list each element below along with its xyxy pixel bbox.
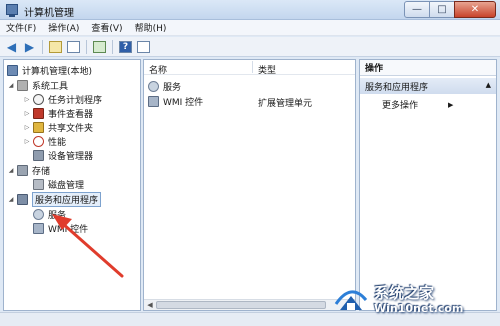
list-item-name: WMI 控件 bbox=[163, 97, 204, 108]
list-item-name: 服务 bbox=[163, 82, 182, 93]
expand-arrow-icon[interactable]: ▷ bbox=[23, 110, 31, 117]
toolbar-separator bbox=[86, 39, 87, 54]
watermark-url: Win10net.com bbox=[374, 302, 464, 315]
expand-arrow-icon[interactable]: ▷ bbox=[23, 138, 31, 145]
title-bar: 计算机管理 — □ ✕ bbox=[0, 0, 500, 20]
tree-item-wmi[interactable]: WMI 控件 bbox=[33, 221, 88, 235]
toolbar-separator bbox=[42, 39, 43, 54]
gear-icon bbox=[33, 208, 44, 220]
menu-view[interactable]: 查看(V) bbox=[91, 21, 122, 34]
toolbar: ◀ ▶ ? bbox=[0, 37, 500, 57]
more-actions-label: 更多操作 bbox=[382, 101, 419, 111]
window-title: 计算机管理 bbox=[24, 8, 74, 19]
show-tree-icon[interactable] bbox=[66, 39, 81, 54]
services-apps-icon bbox=[17, 193, 28, 205]
up-folder-icon[interactable] bbox=[48, 39, 63, 54]
scroll-thumb[interactable] bbox=[156, 301, 326, 309]
clock-icon bbox=[33, 93, 44, 105]
list-header: 名称 类型 bbox=[144, 60, 355, 76]
performance-icon bbox=[33, 135, 44, 147]
tools-icon bbox=[17, 79, 28, 91]
menu-bar: 文件(F) 操作(A) 查看(V) 帮助(H) bbox=[0, 20, 500, 36]
actions-pane: 操作 服务和应用程序 ▲ 更多操作 ▶ bbox=[359, 59, 497, 311]
shared-folder-icon bbox=[33, 121, 44, 133]
list-item[interactable]: 服务 bbox=[148, 79, 353, 93]
minimize-button[interactable]: — bbox=[404, 1, 430, 18]
watermark-title: 系统之家 bbox=[374, 284, 435, 302]
watermark: 系统之家 Win10net.com bbox=[334, 280, 494, 320]
house-logo-icon bbox=[334, 290, 368, 310]
collapse-arrow-icon[interactable]: ◢ bbox=[7, 196, 15, 203]
forward-arrow-icon[interactable]: ▶ bbox=[22, 39, 37, 54]
scroll-left-icon[interactable]: ◀ bbox=[145, 301, 155, 309]
list-item-type: 扩展管理单元 bbox=[258, 99, 313, 109]
properties-icon[interactable] bbox=[136, 39, 151, 54]
menu-action[interactable]: 操作(A) bbox=[48, 21, 79, 34]
more-actions-item[interactable]: 更多操作 ▶ bbox=[382, 98, 454, 112]
maximize-button[interactable]: □ bbox=[430, 1, 454, 18]
column-divider[interactable] bbox=[252, 61, 253, 73]
column-header-name[interactable]: 名称 bbox=[149, 63, 167, 76]
tree-item-performance[interactable]: ▷ 性能 bbox=[23, 134, 66, 148]
actions-section-label: 服务和应用程序 bbox=[365, 82, 429, 93]
toolbar-separator bbox=[112, 39, 113, 54]
window-controls: — □ ✕ bbox=[404, 1, 496, 18]
computer-icon bbox=[7, 64, 18, 76]
collapse-arrow-icon[interactable]: ◢ bbox=[7, 167, 15, 174]
expand-arrow-icon[interactable]: ▷ bbox=[23, 96, 31, 103]
tree-item-task-scheduler[interactable]: ▷ 任务计划程序 bbox=[23, 92, 102, 106]
device-manager-icon bbox=[33, 149, 44, 161]
tree-item-services-apps[interactable]: ◢ 服务和应用程序 bbox=[7, 191, 102, 207]
list-item[interactable]: WMI 控件 扩展管理单元 bbox=[148, 94, 353, 109]
tree-item-device-manager[interactable]: 设备管理器 bbox=[33, 148, 93, 162]
tree-item-root[interactable]: 计算机管理(本地) bbox=[7, 63, 92, 77]
collapse-arrow-icon[interactable]: ◢ bbox=[7, 82, 15, 89]
horizontal-scrollbar[interactable]: ◀ ▶ bbox=[144, 299, 355, 310]
back-arrow-icon[interactable]: ◀ bbox=[4, 39, 19, 54]
collapse-triangle-icon[interactable]: ▲ bbox=[486, 81, 491, 89]
wmi-icon bbox=[33, 222, 44, 234]
console-tree: 计算机管理(本地) ◢ 系统工具 ▷ 任务计划程序 ▷ 事件查看器 ▷ 共享文件… bbox=[3, 59, 141, 311]
expand-arrow-icon[interactable]: ▷ bbox=[23, 124, 31, 131]
menu-file[interactable]: 文件(F) bbox=[6, 21, 36, 34]
event-log-icon bbox=[33, 107, 44, 119]
tree-item-storage[interactable]: ◢ 存储 bbox=[7, 163, 50, 177]
tree-item-services[interactable]: 服务 bbox=[33, 207, 66, 221]
gear-icon bbox=[148, 80, 159, 92]
computer-management-icon bbox=[6, 4, 18, 17]
result-list: 名称 类型 服务 WMI 控件 扩展管理单元 ◀ ▶ bbox=[143, 59, 356, 311]
close-button[interactable]: ✕ bbox=[454, 1, 496, 18]
submenu-arrow-icon: ▶ bbox=[448, 100, 454, 109]
help-icon[interactable]: ? bbox=[118, 39, 133, 54]
tree-item-shared-folders[interactable]: ▷ 共享文件夹 bbox=[23, 120, 93, 134]
menu-help[interactable]: 帮助(H) bbox=[135, 21, 167, 34]
export-list-icon[interactable] bbox=[92, 39, 107, 54]
actions-section-header[interactable]: 服务和应用程序 ▲ bbox=[360, 78, 496, 94]
wmi-icon bbox=[148, 95, 159, 107]
tree-item-event-viewer[interactable]: ▷ 事件查看器 bbox=[23, 106, 93, 120]
storage-icon bbox=[17, 164, 28, 176]
actions-title: 操作 bbox=[360, 60, 496, 76]
tree-item-system-tools[interactable]: ◢ 系统工具 bbox=[7, 78, 68, 92]
tree-item-disk-management[interactable]: 磁盘管理 bbox=[33, 177, 84, 191]
column-header-type[interactable]: 类型 bbox=[258, 63, 276, 76]
disk-icon bbox=[33, 178, 44, 190]
